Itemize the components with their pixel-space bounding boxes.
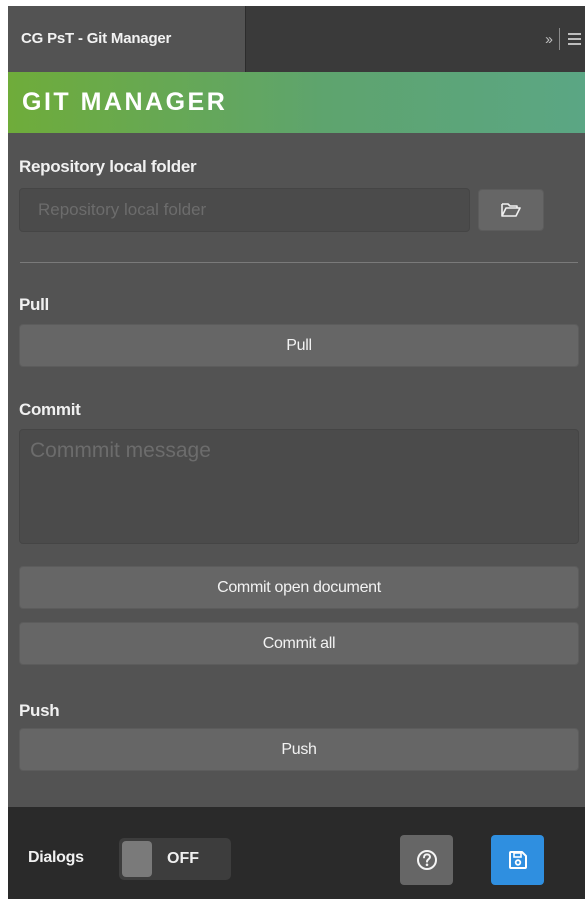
repository-folder-label: Repository local folder [19,157,197,176]
git-manager-panel: CG PsT - Git Manager ›› GIT MANAGER Repo… [8,6,585,899]
help-icon [416,850,437,870]
commit-all-button[interactable]: Commit all [19,622,579,665]
save-button[interactable] [491,835,544,885]
commit-message-input[interactable] [19,429,579,544]
repository-folder-input[interactable] [19,188,470,232]
browse-folder-button[interactable] [478,189,544,231]
toggle-state-text: OFF [167,850,199,867]
panel-menu-icon[interactable] [568,33,581,45]
section-divider [20,262,578,263]
panel-tab[interactable]: CG PsT - Git Manager [8,6,246,72]
pull-label: Pull [19,295,49,314]
commit-open-document-button[interactable]: Commit open document [19,566,579,609]
push-label: Push [19,701,60,720]
save-icon [508,851,527,869]
collapse-panel-icon[interactable]: ›› [545,31,553,48]
header-banner: GIT MANAGER [8,72,585,133]
pull-button[interactable]: Pull [19,324,579,367]
dialogs-toggle[interactable]: OFF [119,838,231,880]
panel-footer: Dialogs OFF [8,807,585,899]
push-button[interactable]: Push [19,728,579,771]
commit-label: Commit [19,400,81,419]
panel-tab-controls: ›› [545,6,585,72]
folder-open-icon [501,203,521,217]
panel-tab-bar: CG PsT - Git Manager ›› [8,6,585,72]
help-button[interactable] [400,835,453,885]
tab-controls-separator [559,28,560,50]
toggle-knob [122,841,152,877]
dialogs-label: Dialogs [28,849,84,866]
